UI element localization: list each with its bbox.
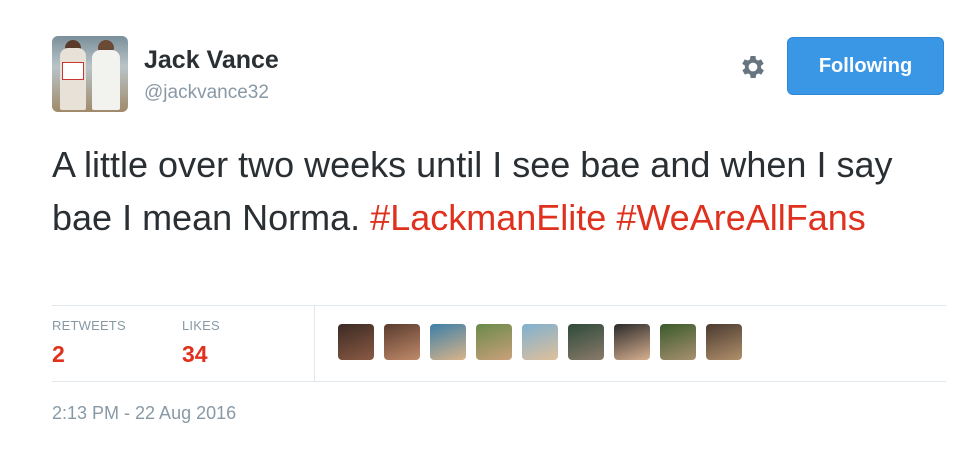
hashtag-link[interactable]: #LackmanElite: [370, 197, 606, 238]
hashtag-link[interactable]: #WeAreAllFans: [616, 197, 865, 238]
liker-avatar[interactable]: [706, 324, 742, 360]
gear-icon[interactable]: [736, 50, 770, 84]
likes-count: 34: [182, 341, 208, 367]
user-name[interactable]: Jack Vance: [144, 46, 279, 75]
stats-divider: [314, 306, 315, 382]
liker-avatar[interactable]: [476, 324, 512, 360]
liker-avatar[interactable]: [384, 324, 420, 360]
avatar[interactable]: [52, 36, 128, 112]
tweet-timestamp[interactable]: 2:13 PM - 22 Aug 2016: [52, 403, 236, 424]
liker-avatar[interactable]: [522, 324, 558, 360]
tweet-header: Jack Vance @jackvance32 Following: [52, 36, 944, 112]
tweet-stats: RETWEETS 2 LIKES 34: [52, 305, 946, 382]
likes-label: LIKES: [182, 318, 220, 333]
tweet-text: A little over two weeks until I see bae …: [52, 138, 952, 244]
liker-avatar[interactable]: [338, 324, 374, 360]
liker-avatar[interactable]: [614, 324, 650, 360]
liker-avatar[interactable]: [430, 324, 466, 360]
liker-avatar[interactable]: [660, 324, 696, 360]
retweets-label: RETWEETS: [52, 318, 126, 333]
user-handle[interactable]: @jackvance32: [144, 82, 269, 104]
following-button[interactable]: Following: [787, 37, 944, 95]
retweets-stat[interactable]: RETWEETS 2: [52, 318, 126, 368]
retweets-count: 2: [52, 341, 65, 367]
likes-stat[interactable]: LIKES 34: [182, 318, 220, 368]
liker-avatar[interactable]: [568, 324, 604, 360]
